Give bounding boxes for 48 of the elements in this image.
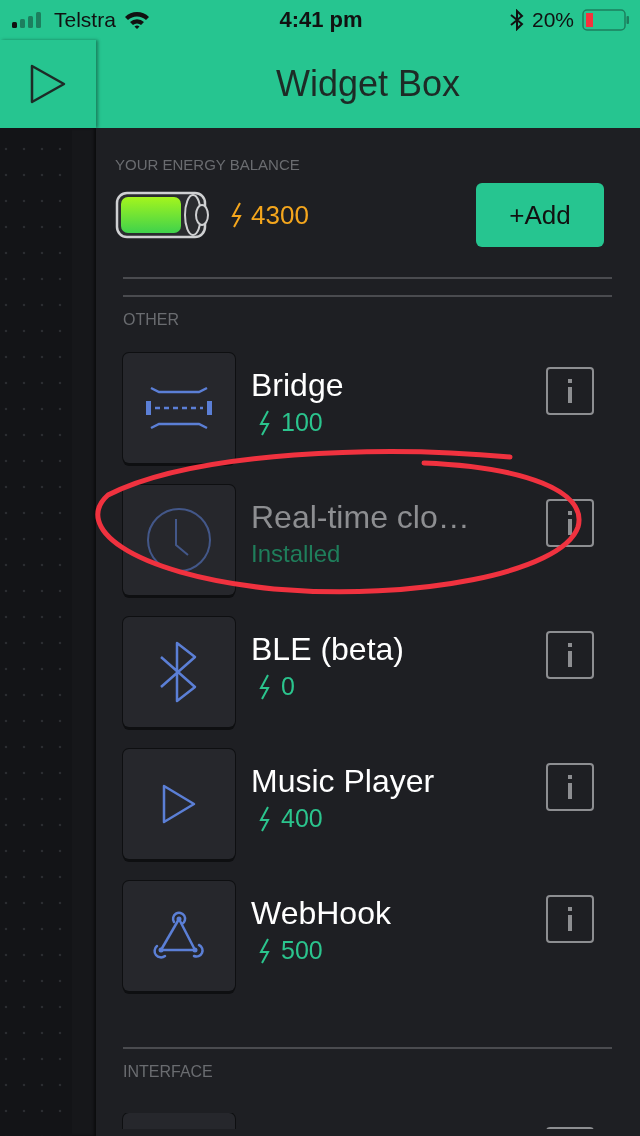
widget-tile[interactable] — [123, 749, 235, 859]
bluetooth-icon — [509, 9, 524, 31]
widget-price: 0 — [281, 672, 295, 701]
widget-price: 400 — [281, 804, 323, 833]
lightning-icon — [231, 202, 243, 228]
section-label: OTHER — [123, 311, 180, 329]
widget-tile[interactable] — [123, 881, 235, 991]
info-button[interactable] — [546, 763, 594, 811]
info-icon — [568, 379, 572, 403]
info-icon — [568, 511, 572, 535]
play-icon — [162, 784, 196, 824]
widget-name: Music Player — [251, 763, 436, 800]
info-button[interactable] — [546, 367, 594, 415]
lightning-icon — [259, 673, 271, 700]
info-icon — [568, 643, 572, 667]
lightning-icon — [259, 409, 271, 436]
energy-battery-icon — [115, 191, 211, 239]
clock-icon — [146, 507, 212, 573]
lightning-icon — [259, 805, 271, 832]
battery-percent: 20% — [531, 8, 574, 32]
widget-tile[interactable] — [123, 353, 235, 463]
widget-name: Bridge — [251, 367, 345, 404]
widget-tile[interactable] — [123, 617, 235, 727]
widget-name: BLE (beta) — [251, 631, 405, 668]
widget-tile[interactable] — [123, 485, 235, 595]
info-button[interactable] — [546, 631, 594, 679]
widget-name: WebHook — [251, 895, 392, 932]
play-icon[interactable] — [30, 64, 66, 104]
carrier-name: Telstra — [54, 8, 116, 32]
battery-icon — [582, 9, 630, 31]
section-label: YOUR ENERGY BALANCE — [115, 156, 301, 173]
info-icon — [568, 775, 572, 799]
section-label: INTERFACE — [123, 1063, 214, 1081]
bridge-icon — [145, 386, 213, 430]
widget-name: Real-time clo… — [251, 499, 471, 536]
widget-price: 100 — [281, 408, 323, 437]
webhook-icon — [151, 910, 207, 962]
widget-price: 500 — [281, 936, 323, 965]
installed-status: Installed — [251, 540, 342, 568]
energy-amount: 4300 — [251, 199, 309, 231]
add-button[interactable]: +Add — [476, 183, 604, 247]
header-title: Widget Box — [275, 63, 461, 105]
info-button[interactable] — [546, 499, 594, 547]
status-time: 4:41 pm — [279, 7, 363, 33]
wifi-icon — [123, 11, 150, 29]
info-icon — [568, 907, 572, 931]
info-button[interactable] — [546, 895, 594, 943]
lightning-icon — [259, 937, 271, 964]
